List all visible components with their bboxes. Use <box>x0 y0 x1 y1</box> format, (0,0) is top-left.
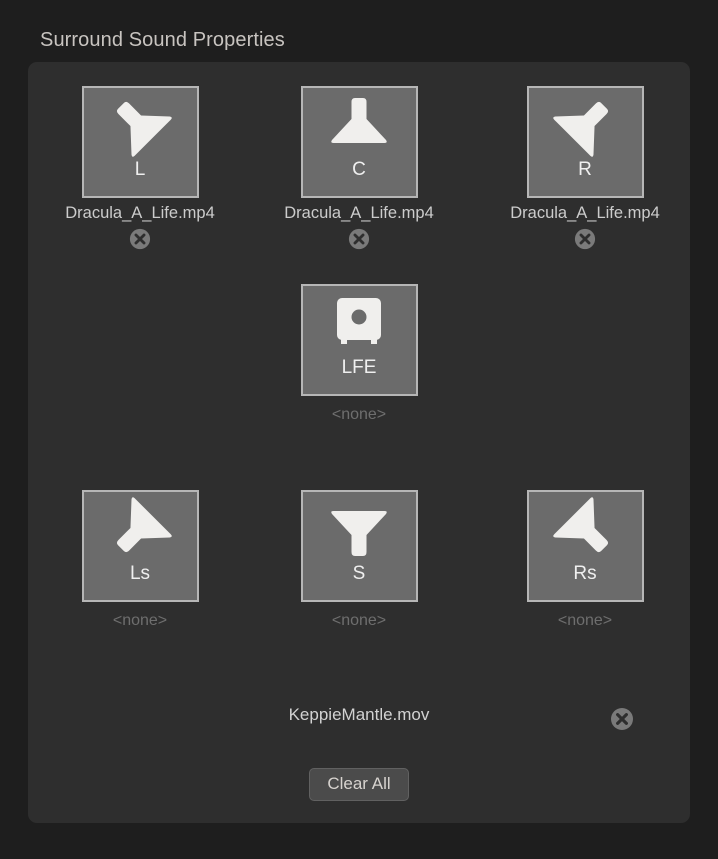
speaker-cone-up-left-icon <box>529 492 642 566</box>
source-file-row: KeppieMantle.mov <box>28 699 690 739</box>
speaker-tile-lfe[interactable]: LFE <box>300 284 418 396</box>
speaker-tile-label: Rs <box>573 563 597 584</box>
speaker-cone-up-icon <box>303 492 416 566</box>
close-circle-icon[interactable] <box>129 228 151 250</box>
close-circle-icon[interactable] <box>348 228 370 250</box>
speaker-cone-down-icon <box>303 88 416 162</box>
surround-sound-properties-pane: Surround Sound Properties L Dracula_A_Lif… <box>0 0 718 859</box>
speaker-tile-r[interactable]: R <box>526 86 644 198</box>
speaker-tile-c[interactable]: C <box>300 86 418 198</box>
speaker-slot-s: S <none> <box>264 490 454 630</box>
subwoofer-icon <box>303 286 416 360</box>
assigned-file-label: Dracula_A_Life.mp4 <box>284 204 434 222</box>
speaker-cone-up-right-icon <box>84 492 197 566</box>
page-title: Surround Sound Properties <box>40 29 285 51</box>
speaker-tile-s[interactable]: S <box>300 490 418 602</box>
surround-panel: L Dracula_A_Life.mp4 C Dracula_A_Life.mp4 R D… <box>28 62 690 823</box>
clear-all-container: Clear All <box>28 768 690 801</box>
speaker-slot-r: R Dracula_A_Life.mp4 <box>490 86 680 250</box>
speaker-tile-label: L <box>134 159 146 180</box>
assigned-file-label: <none> <box>112 612 168 629</box>
close-circle-icon[interactable] <box>610 707 634 731</box>
speaker-slot-ls: Ls <none> <box>45 490 235 630</box>
speaker-tile-l[interactable]: L <box>81 86 199 198</box>
speaker-slot-lfe: LFE <none> <box>264 284 454 424</box>
speaker-tile-label: LFE <box>341 357 377 378</box>
speaker-slot-c: C Dracula_A_Life.mp4 <box>264 86 454 250</box>
speaker-tile-label: Ls <box>129 563 151 584</box>
close-circle-icon[interactable] <box>574 228 596 250</box>
assigned-file-label: Dracula_A_Life.mp4 <box>65 204 215 222</box>
speaker-tile-label: R <box>578 159 592 180</box>
speaker-slot-l: L Dracula_A_Life.mp4 <box>45 86 235 250</box>
source-file-name: KeppieMantle.mov <box>288 705 430 724</box>
assigned-file-label: Dracula_A_Life.mp4 <box>510 204 660 222</box>
clear-all-button[interactable]: Clear All <box>309 768 409 801</box>
assigned-file-label: <none> <box>331 612 387 629</box>
speaker-cone-down-left-icon <box>529 88 642 162</box>
speaker-slot-rs: Rs <none> <box>490 490 680 630</box>
assigned-file-label: <none> <box>331 406 387 423</box>
speaker-grid: L Dracula_A_Life.mp4 C Dracula_A_Life.mp4 R D… <box>28 62 690 652</box>
speaker-tile-ls[interactable]: Ls <box>81 490 199 602</box>
speaker-tile-rs[interactable]: Rs <box>526 490 644 602</box>
speaker-cone-down-right-icon <box>84 88 197 162</box>
assigned-file-label: <none> <box>557 612 613 629</box>
speaker-tile-label: C <box>352 159 366 180</box>
speaker-tile-label: S <box>352 563 366 584</box>
